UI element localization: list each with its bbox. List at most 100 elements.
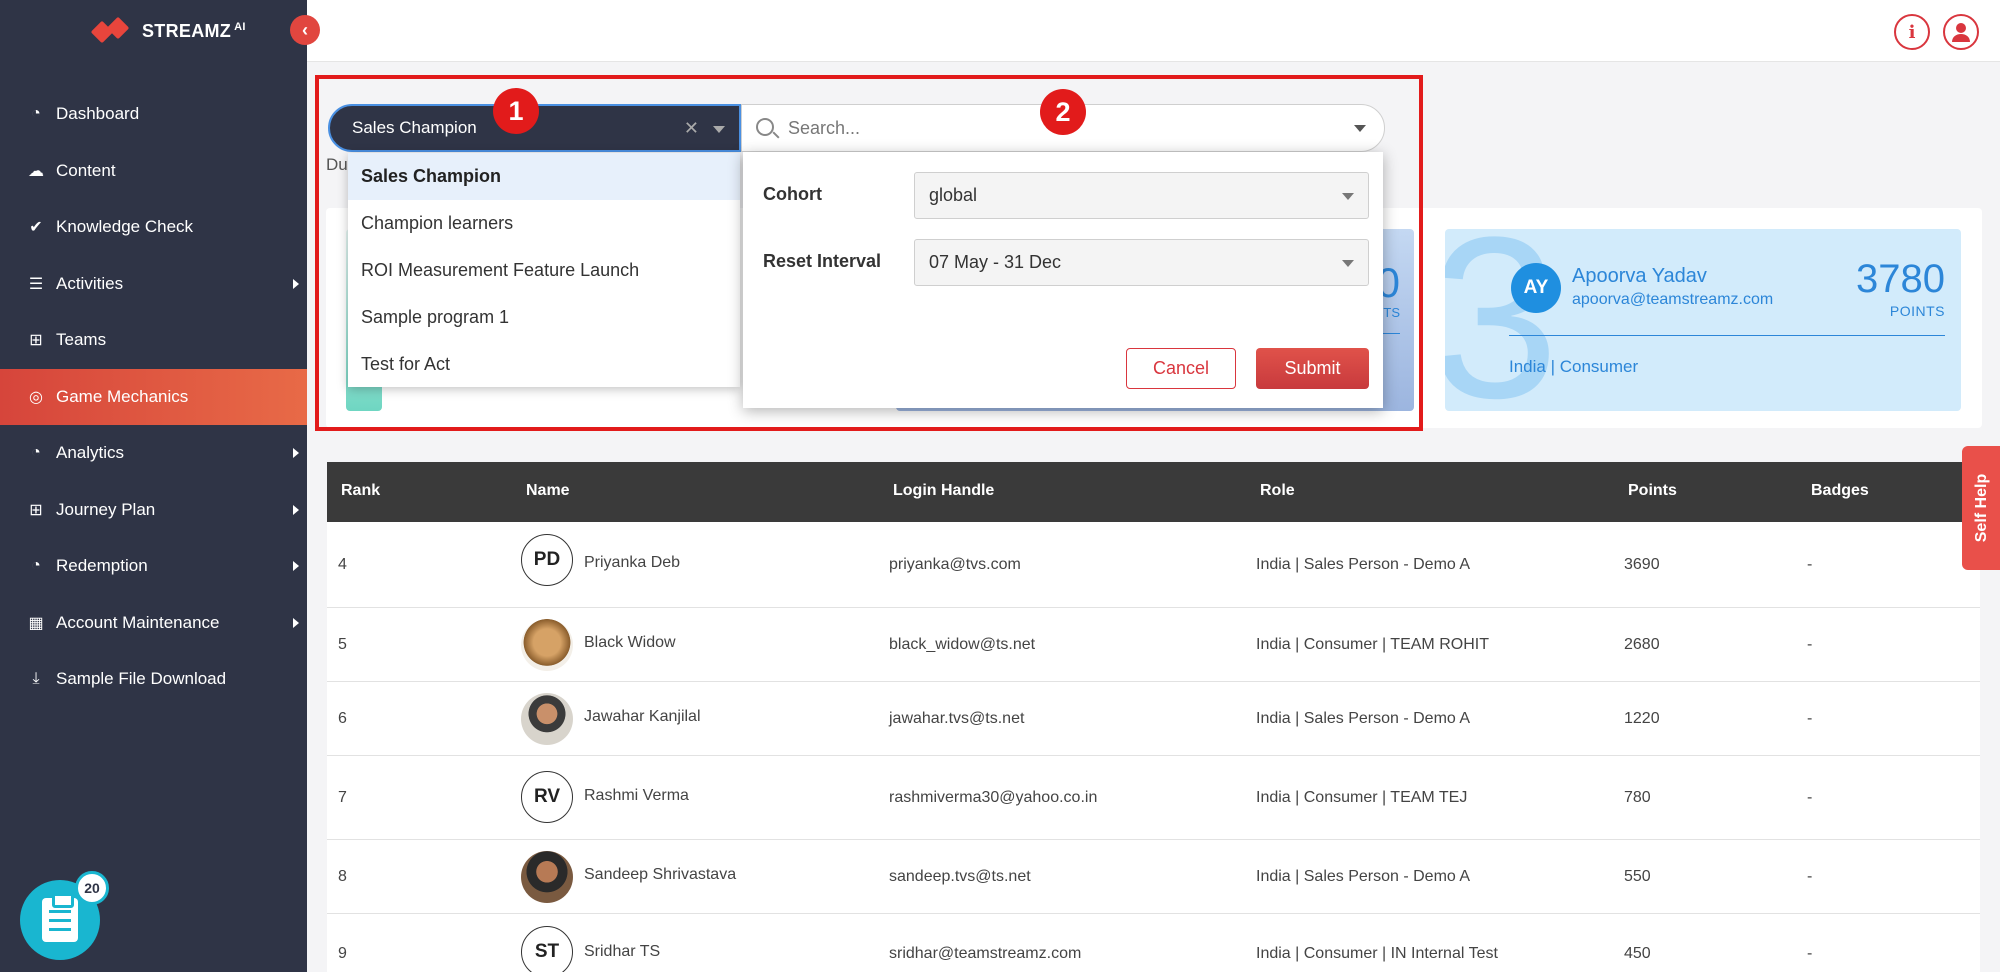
sidebar-nav: ◔ Dashboard ☁ Content ✔ Knowledge Check … <box>0 86 307 708</box>
cancel-button[interactable]: Cancel <box>1126 348 1236 389</box>
role-cell: India | Sales Person - Demo A <box>1256 556 1471 573</box>
submit-button[interactable]: Submit <box>1256 348 1369 389</box>
cloud-upload-icon: ☁ <box>28 162 44 180</box>
sidebar-item-teams[interactable]: ⊞ Teams <box>0 312 307 369</box>
badges-cell: - <box>1807 868 1813 885</box>
table-row[interactable]: 4 PD Priyanka Deb priyanka@tvs.com India… <box>327 522 1980 608</box>
program-option[interactable]: ROI Measurement Feature Launch <box>348 247 740 294</box>
login-cell: black_widow@ts.net <box>889 636 1036 653</box>
sidebar-item-redemption[interactable]: ◔ Redemption <box>0 538 307 595</box>
table-row[interactable]: 9 ST Sridhar TS sridhar@teamstreamz.com … <box>327 914 1980 972</box>
program-option[interactable]: Sample program 1 <box>348 294 740 341</box>
chevron-right-icon <box>293 617 299 628</box>
divider <box>1509 335 1945 336</box>
annotation-marker-2: 2 <box>1040 89 1086 135</box>
table-row[interactable]: 8 Sandeep Shrivastava sandeep.tvs@ts.net… <box>327 840 1980 914</box>
gauge-icon: ◔ <box>31 557 41 575</box>
chevron-down-icon <box>1342 193 1354 200</box>
sidebar-item-game-mechanics[interactable]: ◎ Game Mechanics <box>0 368 307 425</box>
sidebar-item-label: Activities <box>56 273 124 293</box>
column-header-name[interactable]: Name <box>526 482 570 500</box>
sidebar-item-label: Teams <box>56 330 107 350</box>
target-icon: ◎ <box>29 388 43 406</box>
column-header-badges[interactable]: Badges <box>1811 482 1869 500</box>
avatar: PD <box>521 534 573 586</box>
avatar <box>521 619 573 671</box>
rank-cell: 4 <box>338 556 347 573</box>
rank-number: 3 <box>1445 229 1559 411</box>
sidebar-item-content[interactable]: ☁ Content <box>0 143 307 200</box>
grid-icon: ▦ <box>28 614 44 632</box>
sidebar-item-label: Knowledge Check <box>56 217 194 237</box>
sidebar-item-dashboard[interactable]: ◔ Dashboard <box>0 86 307 143</box>
column-header-role[interactable]: Role <box>1260 482 1295 500</box>
podium-points-label: TS <box>1383 305 1400 320</box>
role-cell: India | Consumer | IN Internal Test <box>1256 945 1498 962</box>
rank-cell: 6 <box>338 710 347 727</box>
sidebar-item-label: Redemption <box>56 556 148 576</box>
column-header-login-handle[interactable]: Login Handle <box>893 482 994 500</box>
clear-icon[interactable]: ✕ <box>684 118 699 139</box>
streamz-logo-icon <box>90 16 132 44</box>
sidebar-item-activities[interactable]: ☰ Activities <box>0 256 307 313</box>
sidebar-item-label: Analytics <box>56 443 125 463</box>
search-icon <box>756 118 774 136</box>
user-profile-icon[interactable] <box>1943 14 1979 50</box>
program-select-value: Sales Champion <box>352 118 477 137</box>
table-row[interactable]: 6 Jawahar Kanjilal jawahar.tvs@ts.net In… <box>327 682 1980 756</box>
table-row[interactable]: 5 Black Widow black_widow@ts.net India |… <box>327 608 1980 682</box>
avatar <box>521 851 573 903</box>
sidebar-item-sample-file-download[interactable]: ⤓ Sample File Download <box>0 651 307 708</box>
table-row[interactable]: 7 RV Rashmi Verma rashmiverma30@yahoo.co… <box>327 756 1980 840</box>
chevron-right-icon <box>293 561 299 572</box>
points-cell: 1220 <box>1624 710 1660 727</box>
annotation-marker-1: 1 <box>493 88 539 134</box>
sidebar-item-journey-plan[interactable]: ⊞ Journey Plan <box>0 482 307 539</box>
points-label: POINTS <box>1889 303 1945 319</box>
reset-interval-value: 07 May - 31 Dec <box>929 252 1062 272</box>
chevron-down-icon[interactable] <box>713 126 725 133</box>
cohort-value: global <box>929 185 978 205</box>
column-header-points[interactable]: Points <box>1628 482 1677 500</box>
reset-interval-select[interactable]: 07 May - 31 Dec <box>914 239 1369 286</box>
sidebar-item-knowledge-check[interactable]: ✔ Knowledge Check <box>0 199 307 256</box>
sidebar-item-account-maintenance[interactable]: ▦ Account Maintenance <box>0 595 307 652</box>
sidebar-collapse-button[interactable]: ‹ <box>290 15 320 45</box>
name-cell: Black Widow <box>584 634 676 651</box>
cohort-select[interactable]: global <box>914 172 1369 219</box>
badges-cell: - <box>1807 945 1813 962</box>
clipboard-icon <box>42 893 78 942</box>
chevron-right-icon <box>293 448 299 459</box>
program-option[interactable]: Champion learners <box>348 200 740 247</box>
gauge-icon: ◔ <box>31 105 41 123</box>
chevron-down-icon[interactable] <box>1354 125 1366 132</box>
program-option[interactable]: Test for Act <box>348 341 740 388</box>
avatar: AY <box>1511 263 1561 313</box>
info-icon[interactable]: i <box>1894 14 1930 50</box>
self-help-tab[interactable]: Self Help <box>1962 446 2000 570</box>
chevron-left-icon: ‹ <box>302 19 308 40</box>
avatar <box>521 693 573 745</box>
sidebar-item-analytics[interactable]: ◔ Analytics <box>0 425 307 482</box>
points-cell: 550 <box>1624 868 1651 885</box>
points-cell: 450 <box>1624 945 1651 962</box>
login-cell: priyanka@tvs.com <box>889 556 1021 573</box>
column-header-rank[interactable]: Rank <box>341 482 380 500</box>
avatar: ST <box>521 926 573 972</box>
hierarchy-icon: ⊞ <box>29 332 43 350</box>
leaderboard-table: Rank Name Login Handle Role Points Badge… <box>327 462 1980 972</box>
login-cell: jawahar.tvs@ts.net <box>889 710 1025 727</box>
sidebar-item-label: Game Mechanics <box>56 386 189 406</box>
task-count-badge: 20 <box>75 871 109 905</box>
brand-logo[interactable]: STREAMZ AI <box>90 16 246 46</box>
user-name: Apoorva Yadav <box>1572 265 1707 287</box>
program-option[interactable]: Sales Champion <box>348 153 740 200</box>
search-placeholder: Search... <box>788 117 861 138</box>
name-cell: Rashmi Verma <box>584 787 689 804</box>
name-cell: Jawahar Kanjilal <box>584 708 701 725</box>
top-bar: i <box>307 0 2000 62</box>
login-cell: sridhar@teamstreamz.com <box>889 945 1082 962</box>
points-cell: 3690 <box>1624 556 1660 573</box>
user-points: 3780 <box>1856 257 1945 301</box>
points-cell: 2680 <box>1624 636 1660 653</box>
